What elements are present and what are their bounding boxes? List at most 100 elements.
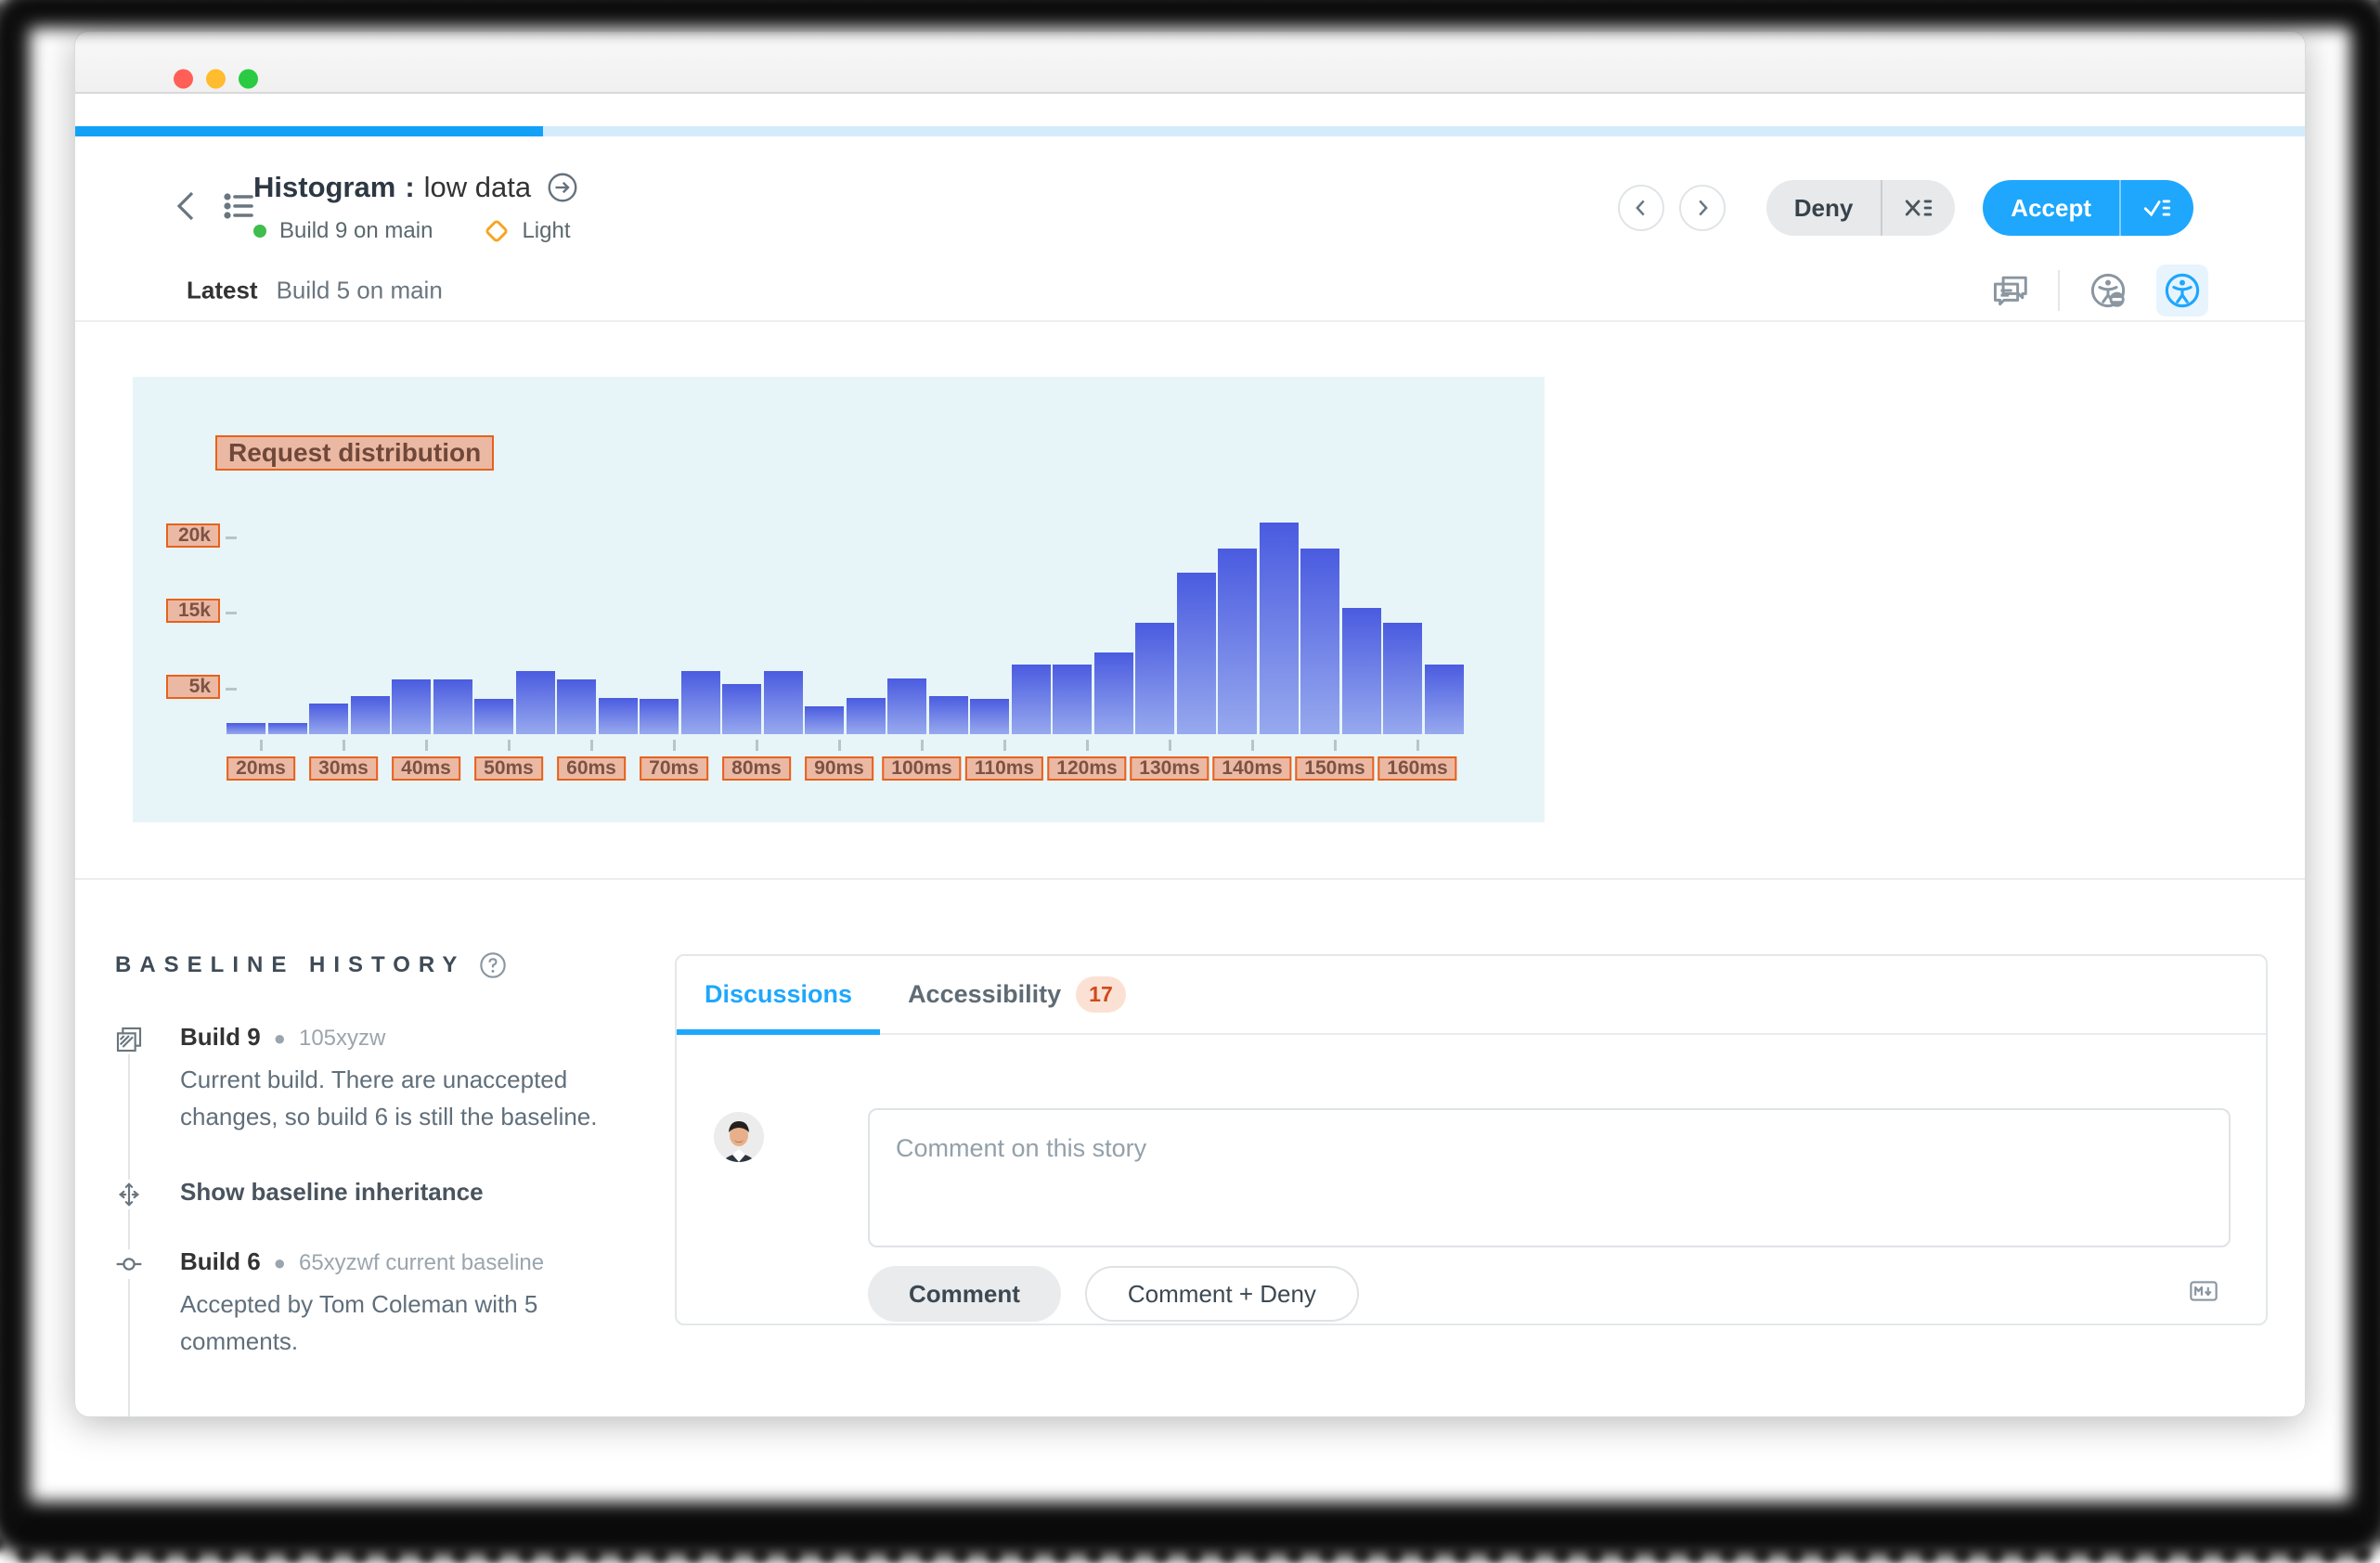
back-icon[interactable] <box>172 187 200 225</box>
build-status-dot <box>253 225 266 238</box>
accessibility-off-icon[interactable] <box>2082 265 2134 316</box>
deny-button-group: Deny <box>1766 180 1956 236</box>
x-axis-label: 130ms <box>1130 756 1209 781</box>
histogram-bar <box>1300 549 1339 734</box>
zoom-window-button[interactable] <box>239 70 258 89</box>
histogram-chart: Request distribution 20ms30ms40ms50ms60m… <box>133 377 1545 822</box>
histogram-bar <box>268 723 307 734</box>
histogram-bar <box>887 678 926 734</box>
histogram-bar <box>764 671 803 734</box>
histogram-bar <box>640 699 679 734</box>
x-axis-tick <box>756 740 758 751</box>
next-change-button[interactable] <box>1679 185 1726 231</box>
histogram-bar <box>1218 549 1257 734</box>
x-axis-tick <box>343 740 345 751</box>
help-icon[interactable] <box>478 950 508 980</box>
y-axis-label: 5k <box>166 675 220 699</box>
x-axis-tick <box>260 740 263 751</box>
x-axis-tick <box>673 740 676 751</box>
comment-input[interactable] <box>868 1108 2231 1247</box>
x-axis-tick <box>1416 740 1419 751</box>
x-axis-label: 140ms <box>1212 756 1291 781</box>
histogram-bar <box>351 696 390 734</box>
baseline-inheritance-icon <box>114 1180 144 1209</box>
chart-title: Request distribution <box>215 435 494 471</box>
comment-button[interactable]: Comment <box>868 1266 1061 1322</box>
histogram-bar <box>1342 608 1381 734</box>
histogram-bar <box>392 679 431 734</box>
build-6-sha: 65xyzwf current baseline <box>299 1250 544 1276</box>
x-axis-tick <box>508 740 511 751</box>
histogram-bar <box>309 704 348 734</box>
histogram-bar <box>929 696 968 734</box>
close-window-button[interactable] <box>174 70 193 89</box>
tab-discussions[interactable]: Discussions <box>677 956 880 1033</box>
histogram-bar <box>970 699 1009 734</box>
discussions-icon[interactable] <box>1984 265 2036 316</box>
y-axis-label: 15k <box>166 599 220 623</box>
y-axis-tick <box>226 612 237 614</box>
histogram-bar <box>681 671 720 734</box>
x-axis-tick <box>590 740 593 751</box>
x-axis-tick <box>425 740 428 751</box>
histogram-bar <box>1425 665 1464 734</box>
x-axis-tick <box>1086 740 1089 751</box>
stories-list-icon[interactable] <box>220 187 257 225</box>
build-status-label: Build 9 on main <box>279 218 433 244</box>
histogram-bar <box>722 684 761 734</box>
y-axis-tick <box>226 536 237 539</box>
histogram-bar <box>1094 652 1133 734</box>
build-9-name: Build 9 <box>180 1023 261 1052</box>
previous-change-button[interactable] <box>1618 185 1664 231</box>
batch-deny-icon[interactable] <box>1882 180 1955 236</box>
baseline-history-title: BASELINE HISTORY <box>115 952 465 978</box>
x-axis-label: 40ms <box>392 756 460 781</box>
app-window: Histogram : low data Build 9 on main <box>74 31 2306 1417</box>
x-axis-tick <box>921 740 924 751</box>
build-6-description: Accepted by Tom Coleman with 5 comments. <box>180 1285 616 1360</box>
x-axis-label: 110ms <box>965 756 1043 781</box>
histogram-bar <box>433 679 472 734</box>
diff-icon <box>114 1025 144 1054</box>
x-axis-label: 120ms <box>1047 756 1126 781</box>
show-baseline-inheritance-link[interactable]: Show baseline inheritance <box>180 1178 484 1206</box>
comment-deny-button[interactable]: Comment + Deny <box>1085 1266 1359 1322</box>
discussions-panel: Discussions Accessibility 17 <box>675 954 2268 1325</box>
histogram-bar <box>516 671 555 734</box>
histogram-bar <box>474 699 513 734</box>
x-axis-tick <box>838 740 841 751</box>
open-story-icon[interactable] <box>546 171 579 204</box>
accept-button[interactable]: Accept <box>1983 180 2121 236</box>
histogram-bar <box>1260 523 1299 734</box>
theme-label: Light <box>522 218 570 244</box>
section-divider <box>75 878 2305 880</box>
accessibility-on-icon[interactable] <box>2156 265 2208 316</box>
histogram-bar <box>557 679 596 734</box>
histogram-bar <box>847 698 886 734</box>
markdown-icon <box>2190 1281 2218 1301</box>
x-axis-label: 150ms <box>1295 756 1374 781</box>
x-axis-tick <box>1334 740 1337 751</box>
deny-button[interactable]: Deny <box>1766 180 1883 236</box>
theme-diamond-icon <box>483 217 511 245</box>
panel-tabs: Discussions Accessibility 17 <box>677 956 2266 1035</box>
latest-build-label: Build 5 on main <box>277 277 443 305</box>
build-progress-bar <box>75 126 2305 136</box>
commit-icon <box>114 1249 144 1279</box>
histogram-bar <box>1383 623 1422 734</box>
x-axis-tick <box>1169 740 1171 751</box>
toolbar-divider <box>2058 270 2060 311</box>
tab-accessibility[interactable]: Accessibility 17 <box>880 956 1154 1033</box>
x-axis-label: 20ms <box>226 756 295 781</box>
x-axis-label: 90ms <box>805 756 873 781</box>
histogram-bar <box>805 706 844 734</box>
window-titlebar <box>75 32 2305 94</box>
x-axis-label: 30ms <box>309 756 378 781</box>
minimize-window-button[interactable] <box>206 70 226 89</box>
x-axis-label: 80ms <box>722 756 791 781</box>
build-6-name: Build 6 <box>180 1247 261 1276</box>
x-axis-label: 160ms <box>1378 756 1456 781</box>
batch-accept-icon[interactable] <box>2121 180 2193 236</box>
build-9-sha: 105xyzw <box>299 1026 385 1052</box>
histogram-bar <box>1012 665 1051 734</box>
